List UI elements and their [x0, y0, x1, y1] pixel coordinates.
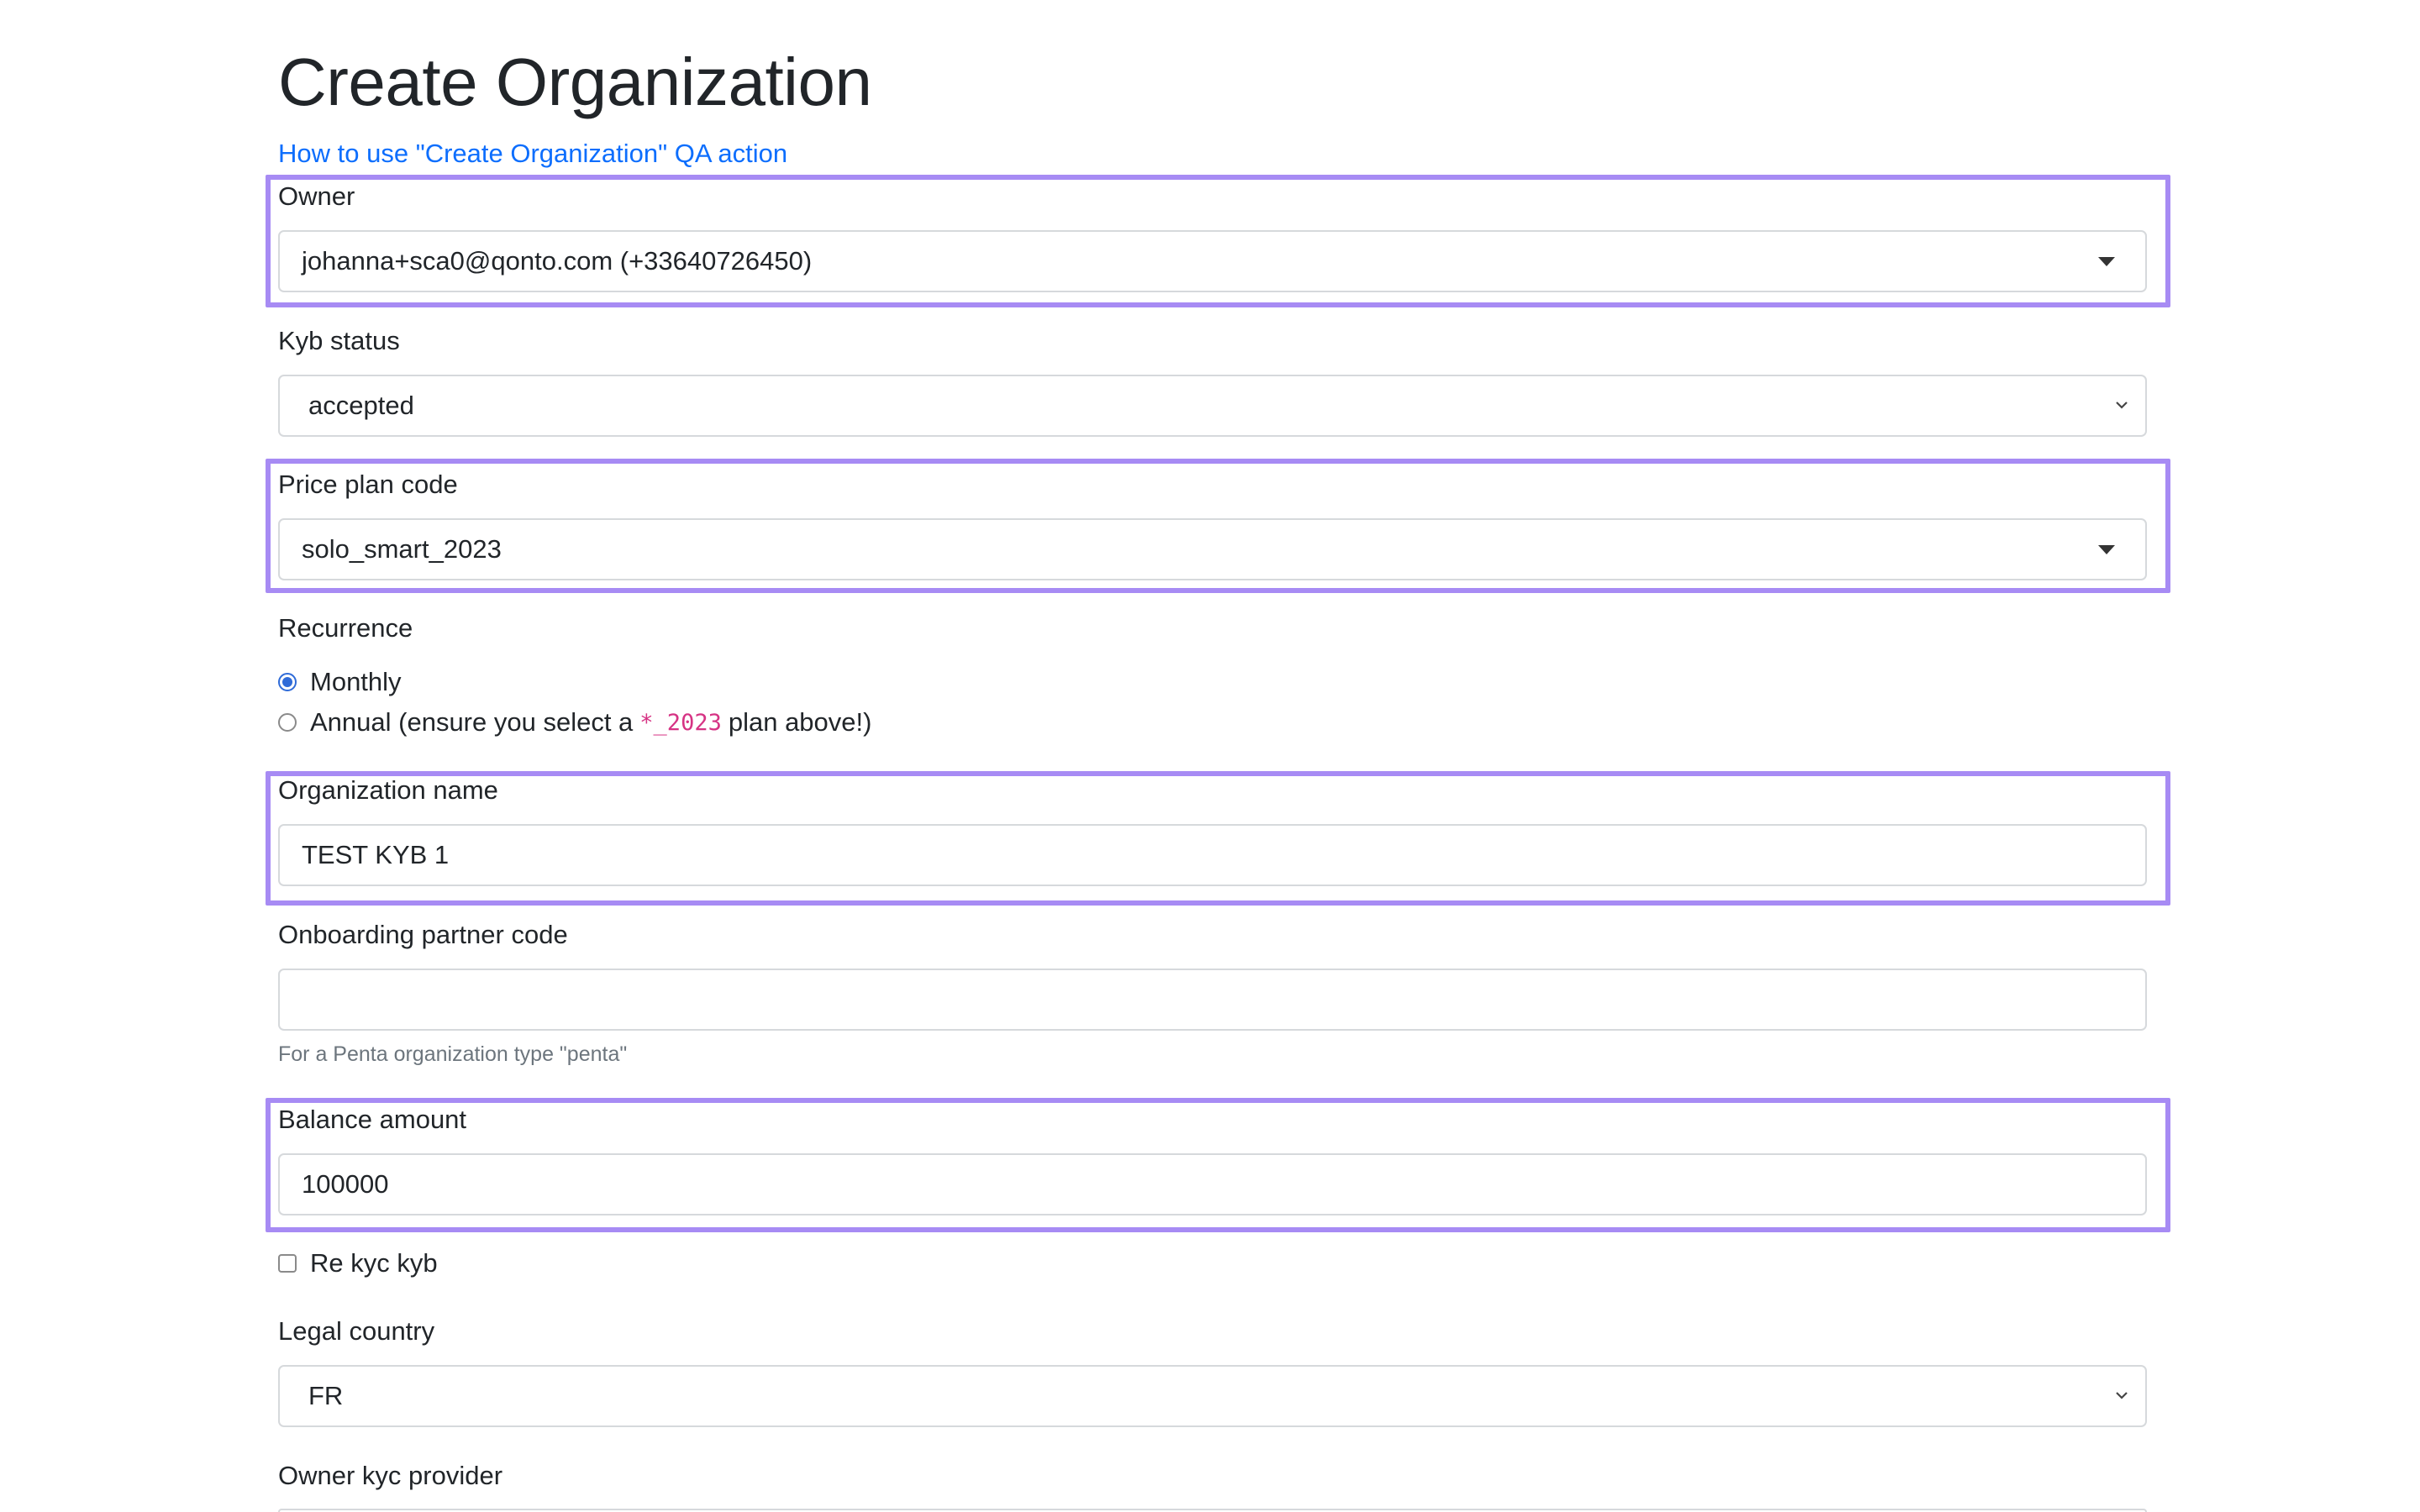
kyb-status-select-value: accepted [308, 391, 414, 420]
help-link[interactable]: How to use "Create Organization" QA acti… [278, 136, 787, 171]
caret-down-icon [2098, 545, 2115, 554]
chevron-down-icon [2116, 402, 2128, 409]
recurrence-option-annual[interactable]: Annual (ensure you select a *_2023 plan … [278, 704, 871, 741]
legal-country-label: Legal country [278, 1316, 435, 1346]
onboarding-partner-code-help: For a Penta organization type "penta" [278, 1042, 628, 1066]
plan-code-hint: *_2023 [639, 709, 722, 736]
re-kyc-kyb-checkbox[interactable] [278, 1254, 297, 1273]
page-title: Create Organization [278, 45, 872, 119]
recurrence-label: Recurrence [278, 613, 413, 643]
create-organization-page: Create Organization How to use "Create O… [0, 0, 2420, 1512]
recurrence-option-monthly[interactable]: Monthly [278, 664, 402, 701]
owner-select-value: johanna+sca0@qonto.com (+33640726450) [302, 246, 813, 276]
organization-name-label: Organization name [278, 775, 498, 805]
radio-monthly[interactable] [278, 673, 297, 691]
kyb-status-select[interactable]: accepted [278, 375, 2147, 437]
owner-select[interactable]: johanna+sca0@qonto.com (+33640726450) [278, 230, 2147, 292]
owner-kyc-provider-label: Owner kyc provider [278, 1461, 503, 1490]
caret-down-icon [2098, 257, 2115, 266]
price-plan-code-select[interactable]: solo_smart_2023 [278, 518, 2147, 580]
re-kyc-kyb-option[interactable]: Re kyc kyb [278, 1245, 438, 1282]
legal-country-select[interactable]: FR [278, 1365, 2147, 1427]
radio-annual[interactable] [278, 713, 297, 732]
price-plan-code-label: Price plan code [278, 470, 458, 499]
owner-kyc-provider-select[interactable] [278, 1509, 2147, 1512]
chevron-down-icon [2116, 1392, 2128, 1399]
legal-country-select-value: FR [308, 1381, 344, 1410]
owner-label: Owner [278, 181, 355, 211]
re-kyc-kyb-label: Re kyc kyb [310, 1248, 438, 1278]
radio-monthly-label: Monthly [310, 667, 402, 696]
onboarding-partner-code-input[interactable] [278, 969, 2147, 1031]
balance-amount-input-value: 100000 [302, 1169, 389, 1199]
radio-annual-label-suffix: plan above!) [728, 707, 872, 737]
organization-name-input[interactable]: TEST KYB 1 [278, 824, 2147, 886]
kyb-status-label: Kyb status [278, 326, 400, 355]
balance-amount-label: Balance amount [278, 1105, 467, 1134]
organization-name-input-value: TEST KYB 1 [302, 840, 450, 869]
radio-annual-label: Annual (ensure you select a [310, 707, 634, 737]
price-plan-code-select-value: solo_smart_2023 [302, 534, 502, 564]
balance-amount-input[interactable]: 100000 [278, 1153, 2147, 1215]
onboarding-partner-code-label: Onboarding partner code [278, 920, 568, 949]
